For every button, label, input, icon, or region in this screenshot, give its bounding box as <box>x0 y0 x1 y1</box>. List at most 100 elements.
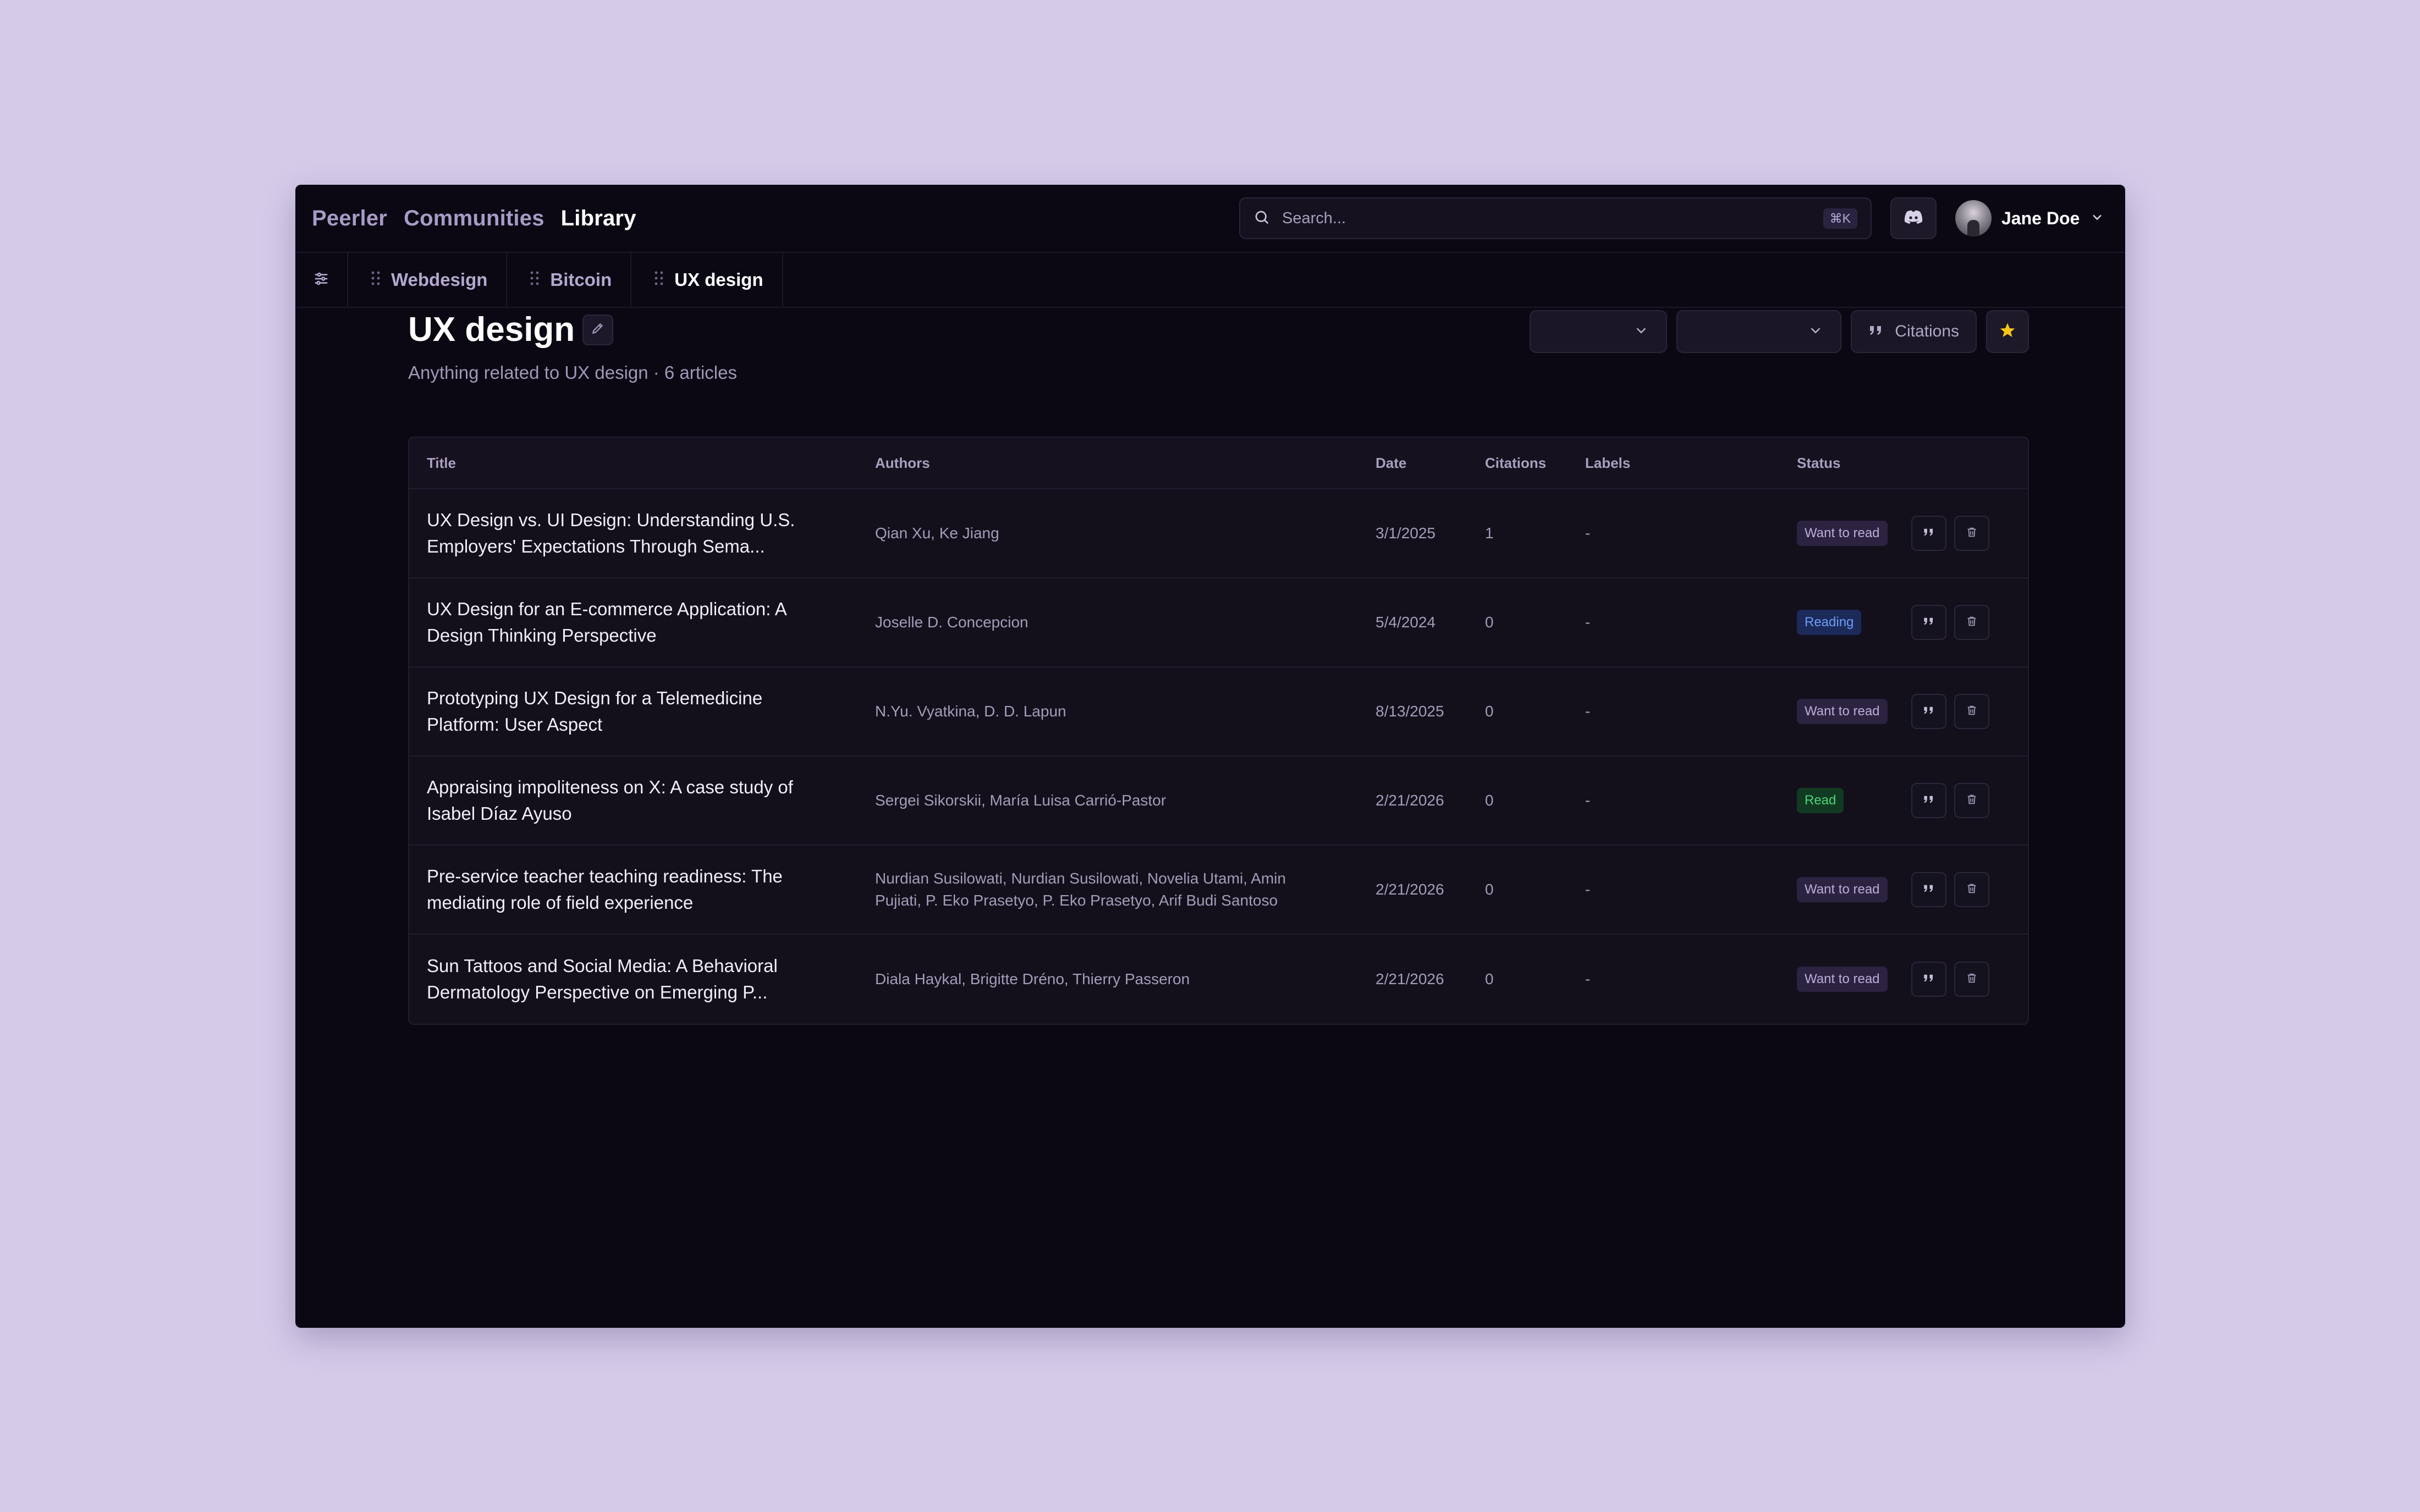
header-date[interactable]: Date <box>1358 455 1467 472</box>
header-citations[interactable]: Citations <box>1467 455 1568 472</box>
cite-button[interactable] <box>1911 694 1946 729</box>
main-nav: Peerler Communities Library <box>312 206 636 231</box>
row-actions <box>1911 516 2028 551</box>
article-date: 2/21/2026 <box>1376 970 1444 987</box>
discord-button[interactable] <box>1890 197 1937 239</box>
search-shortcut: ⌘K <box>1823 208 1857 229</box>
article-date: 8/13/2025 <box>1376 703 1444 720</box>
header-status[interactable]: Status <box>1779 455 1911 472</box>
filter-button[interactable] <box>295 253 348 307</box>
article-title[interactable]: Appraising impoliteness on X: A case stu… <box>409 774 857 827</box>
nav-communities[interactable]: Communities <box>404 206 544 231</box>
drag-handle-icon[interactable] <box>529 269 540 290</box>
article-date: 2/21/2026 <box>1376 881 1444 898</box>
article-date: 5/4/2024 <box>1376 614 1436 631</box>
article-title[interactable]: UX Design vs. UI Design: Understanding U… <box>409 507 857 560</box>
page-header: UX design Anything related to UX design … <box>408 310 2029 437</box>
status-cell: Want to read <box>1779 521 1911 546</box>
user-name: Jane Doe <box>2001 208 2080 228</box>
tab-ux-design[interactable]: UX design <box>631 253 783 307</box>
row-actions <box>1911 605 2028 640</box>
table-row[interactable]: UX Design vs. UI Design: Understanding U… <box>409 489 2028 578</box>
chevron-down-icon <box>1807 322 1824 341</box>
article-citations: 0 <box>1485 792 1494 809</box>
pencil-icon <box>591 321 605 338</box>
status-badge[interactable]: Reading <box>1797 610 1862 635</box>
article-authors: Qian Xu, Ke Jiang <box>875 525 999 542</box>
header-title[interactable]: Title <box>409 455 857 472</box>
delete-button[interactable] <box>1954 516 1989 551</box>
quote-icon <box>1923 884 1935 896</box>
table-row[interactable]: Prototyping UX Design for a Telemedicine… <box>409 667 2028 757</box>
status-badge[interactable]: Want to read <box>1797 877 1888 902</box>
nav-library[interactable]: Library <box>561 206 636 231</box>
citations-label: Citations <box>1895 322 1959 340</box>
article-title[interactable]: Pre-service teacher teaching readiness: … <box>409 863 857 916</box>
status-badge[interactable]: Read <box>1797 788 1844 813</box>
article-citations: 0 <box>1485 703 1494 720</box>
cite-button[interactable] <box>1911 783 1946 818</box>
tab-bitcoin[interactable]: Bitcoin <box>507 253 632 307</box>
favorite-button[interactable] <box>1986 310 2029 353</box>
status-cell: Want to read <box>1779 699 1911 724</box>
drag-handle-icon[interactable] <box>370 269 381 290</box>
article-title[interactable]: UX Design for an E-commerce Application:… <box>409 596 857 649</box>
sort-select[interactable] <box>1530 310 1668 353</box>
table-row[interactable]: UX Design for an E-commerce Application:… <box>409 578 2028 667</box>
article-title[interactable]: Prototyping UX Design for a Telemedicine… <box>409 685 857 738</box>
table-row[interactable]: Appraising impoliteness on X: A case stu… <box>409 757 2028 846</box>
star-icon <box>1999 322 2016 342</box>
cite-button[interactable] <box>1911 962 1946 997</box>
article-authors: Diala Haykal, Brigitte Dréno, Thierry Pa… <box>875 970 1190 987</box>
trash-icon <box>1966 704 1978 720</box>
cite-button[interactable] <box>1911 605 1946 640</box>
delete-button[interactable] <box>1954 962 1989 997</box>
quote-icon <box>1923 527 1935 540</box>
status-cell: Want to read <box>1779 877 1911 902</box>
nav-brand-peerler[interactable]: Peerler <box>312 206 387 231</box>
drag-handle-icon[interactable] <box>653 269 664 290</box>
citations-button[interactable]: Citations <box>1851 310 1977 353</box>
page-subtitle: Anything related to UX design · 6 articl… <box>408 362 737 383</box>
filter-select[interactable] <box>1676 310 1842 353</box>
article-citations: 0 <box>1485 970 1494 987</box>
article-title[interactable]: Sun Tattoos and Social Media: A Behavior… <box>409 953 857 1006</box>
search-icon <box>1253 209 1270 228</box>
status-cell: Want to read <box>1779 967 1911 992</box>
header-labels[interactable]: Labels <box>1568 455 1779 472</box>
table-row[interactable]: Pre-service teacher teaching readiness: … <box>409 846 2028 935</box>
user-menu[interactable]: Jane Doe <box>1955 199 2105 238</box>
discord-icon <box>1904 209 1923 228</box>
trash-icon <box>1966 972 1978 987</box>
delete-button[interactable] <box>1954 605 1989 640</box>
article-citations: 1 <box>1485 525 1494 542</box>
header-authors[interactable]: Authors <box>857 455 1358 472</box>
tab-webdesign[interactable]: Webdesign <box>348 253 508 307</box>
main-content: UX design Anything related to UX design … <box>408 308 2029 1025</box>
article-authors: N.Yu. Vyatkina, D. D. Lapun <box>875 703 1066 720</box>
quote-icon <box>1923 616 1935 629</box>
search-bar[interactable]: ⌘K <box>1239 197 1872 239</box>
article-date: 3/1/2025 <box>1376 525 1436 542</box>
quote-icon <box>1923 794 1935 807</box>
article-authors: Sergei Sikorskii, María Luisa Carrió-Pas… <box>875 792 1167 809</box>
article-citations: 0 <box>1485 881 1494 898</box>
quote-icon <box>1868 322 1884 341</box>
status-badge[interactable]: Want to read <box>1797 521 1888 546</box>
app-window: Peerler Communities Library ⌘K Jane Doe <box>295 185 2125 1328</box>
status-badge[interactable]: Want to read <box>1797 967 1888 992</box>
tab-label: UX design <box>674 269 763 290</box>
delete-button[interactable] <box>1954 872 1989 907</box>
search-input[interactable] <box>1282 209 1823 228</box>
status-badge[interactable]: Want to read <box>1797 699 1888 724</box>
article-labels: - <box>1585 792 1591 809</box>
tab-label: Bitcoin <box>550 269 612 290</box>
cite-button[interactable] <box>1911 516 1946 551</box>
table-row[interactable]: Sun Tattoos and Social Media: A Behavior… <box>409 935 2028 1024</box>
edit-title-button[interactable] <box>582 314 614 345</box>
delete-button[interactable] <box>1954 783 1989 818</box>
avatar <box>1955 200 1992 236</box>
cite-button[interactable] <box>1911 872 1946 907</box>
articles-table: Title Authors Date Citations Labels Stat… <box>408 437 2029 1025</box>
delete-button[interactable] <box>1954 694 1989 729</box>
